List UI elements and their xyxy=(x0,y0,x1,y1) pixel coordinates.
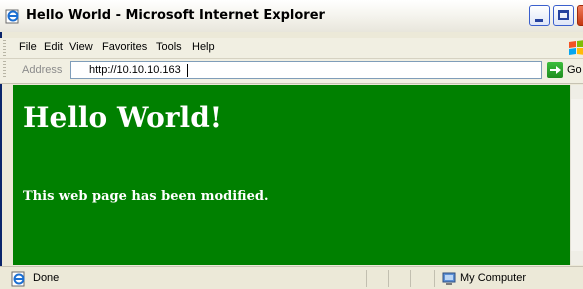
go-button[interactable]: Go xyxy=(567,64,582,76)
title-bar[interactable]: Hello World - Microsoft Internet Explore… xyxy=(0,0,583,32)
page-heading: Hello World! xyxy=(23,101,223,134)
text-cursor xyxy=(187,64,188,77)
status-divider xyxy=(388,270,389,287)
page-paragraph: This web page has been modified. xyxy=(23,189,269,204)
scroll-up-button[interactable] xyxy=(571,85,583,99)
ie-page-icon xyxy=(11,271,25,287)
status-divider xyxy=(366,270,367,287)
status-divider xyxy=(434,270,435,287)
menu-bar: File Edit View Favorites Tools Help xyxy=(0,38,583,59)
toolbar-grip[interactable] xyxy=(3,40,6,56)
menu-favorites[interactable]: Favorites xyxy=(102,41,147,53)
computer-icon xyxy=(442,272,456,285)
browser-window: Hello World - Microsoft Internet Explore… xyxy=(0,0,583,289)
go-arrow-icon[interactable] xyxy=(547,62,563,78)
address-url[interactable]: http://10.10.10.163 xyxy=(89,64,181,76)
menu-edit[interactable]: Edit xyxy=(44,41,63,53)
vertical-scrollbar[interactable] xyxy=(570,85,583,265)
page-viewport: Hello World! This web page has been modi… xyxy=(13,85,570,265)
address-bar: Address http://10.10.10.163 Go xyxy=(0,59,583,84)
minimize-button[interactable] xyxy=(529,5,550,26)
ie-page-icon xyxy=(5,9,19,24)
maximize-button[interactable] xyxy=(553,5,574,26)
menu-view[interactable]: View xyxy=(69,41,93,53)
close-button[interactable] xyxy=(577,5,583,26)
status-divider xyxy=(410,270,411,287)
security-zone: My Computer xyxy=(460,272,527,284)
scroll-down-button[interactable] xyxy=(571,251,583,265)
windows-logo-icon xyxy=(569,40,583,55)
toolbar-grip[interactable] xyxy=(3,61,6,77)
address-input[interactable]: http://10.10.10.163 xyxy=(70,61,542,79)
window-title: Hello World - Microsoft Internet Explore… xyxy=(26,8,325,23)
address-label: Address xyxy=(22,64,63,76)
status-text: Done xyxy=(33,272,60,284)
status-bar: Done My Computer xyxy=(0,266,583,289)
menu-help[interactable]: Help xyxy=(192,41,215,53)
menu-tools[interactable]: Tools xyxy=(156,41,182,53)
menu-file[interactable]: File xyxy=(19,41,37,53)
